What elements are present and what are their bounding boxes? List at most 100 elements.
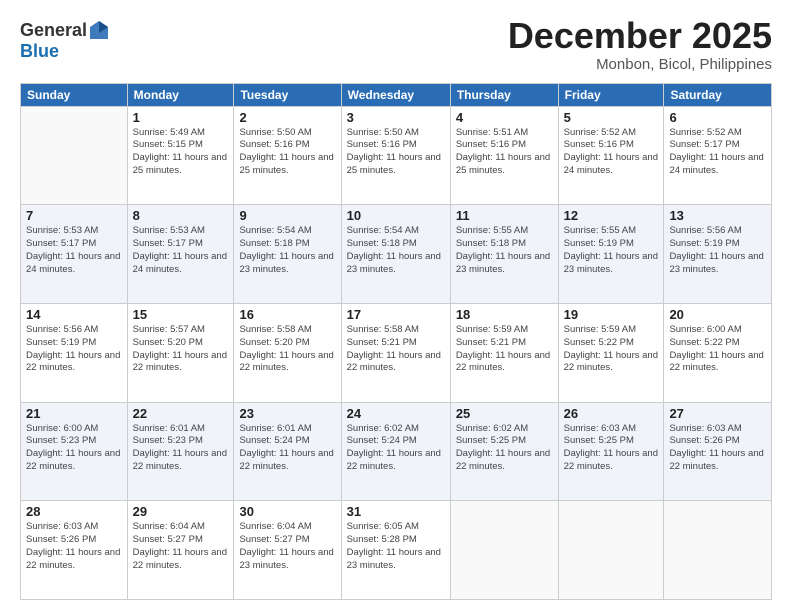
table-row: 16Sunrise: 5:58 AMSunset: 5:20 PMDayligh… [234, 303, 341, 402]
day-number: 29 [133, 504, 229, 519]
day-info: Sunrise: 6:05 AMSunset: 5:28 PMDaylight:… [347, 521, 445, 572]
day-number: 30 [239, 504, 335, 519]
day-info: Sunrise: 6:02 AMSunset: 5:25 PMDaylight:… [456, 423, 553, 474]
day-number: 28 [26, 504, 122, 519]
day-info: Sunrise: 5:49 AMSunset: 5:15 PMDaylight:… [133, 127, 229, 178]
day-number: 27 [669, 406, 766, 421]
day-info: Sunrise: 5:59 AMSunset: 5:21 PMDaylight:… [456, 324, 553, 375]
logo-blue-text: Blue [20, 41, 59, 62]
table-row: 27 Sunrise: 6:03 AMSunset: 5:26 PMDayligh… [664, 402, 772, 501]
day-number: 16 [239, 307, 335, 322]
col-thursday: Thursday [450, 83, 558, 106]
table-row: 13 Sunrise: 5:56 AMSunset: 5:19 PMDayligh… [664, 205, 772, 304]
day-number: 18 [456, 307, 553, 322]
day-info: Sunrise: 5:52 AMSunset: 5:16 PMDaylight:… [564, 127, 659, 178]
table-row: 9Sunrise: 5:54 AMSunset: 5:18 PMDaylight… [234, 205, 341, 304]
calendar-week-row: 28 Sunrise: 6:03 AMSunset: 5:26 PMDayligh… [21, 501, 772, 600]
day-info: Sunrise: 6:01 AMSunset: 5:24 PMDaylight:… [239, 423, 335, 474]
day-info: Sunrise: 6:00 AMSunset: 5:22 PMDaylight:… [669, 324, 766, 375]
logo: General Blue [20, 20, 110, 62]
day-info: Sunrise: 6:02 AMSunset: 5:24 PMDaylight:… [347, 423, 445, 474]
table-row: 1 Sunrise: 5:49 AMSunset: 5:15 PMDaylight… [127, 106, 234, 205]
calendar-week-row: 21 Sunrise: 6:00 AMSunset: 5:23 PMDayligh… [21, 402, 772, 501]
day-number: 20 [669, 307, 766, 322]
table-row: 14 Sunrise: 5:56 AMSunset: 5:19 PMDayligh… [21, 303, 128, 402]
day-info: Sunrise: 5:54 AMSunset: 5:18 PMDaylight:… [239, 225, 335, 276]
calendar-week-row: 14 Sunrise: 5:56 AMSunset: 5:19 PMDayligh… [21, 303, 772, 402]
col-friday: Friday [558, 83, 664, 106]
table-row: 23 Sunrise: 6:01 AMSunset: 5:24 PMDayligh… [234, 402, 341, 501]
col-wednesday: Wednesday [341, 83, 450, 106]
day-number: 31 [347, 504, 445, 519]
day-number: 21 [26, 406, 122, 421]
day-number: 14 [26, 307, 122, 322]
title-section: December 2025 Monbon, Bicol, Philippines [508, 16, 772, 73]
day-number: 11 [456, 208, 553, 223]
day-info: Sunrise: 6:04 AMSunset: 5:27 PMDaylight:… [133, 521, 229, 572]
calendar-header-row: Sunday Monday Tuesday Wednesday Thursday… [21, 83, 772, 106]
day-number: 2 [239, 110, 335, 125]
logo-general-text: General [20, 20, 87, 41]
calendar-table: Sunday Monday Tuesday Wednesday Thursday… [20, 83, 772, 600]
location: Monbon, Bicol, Philippines [508, 56, 772, 73]
day-info: Sunrise: 5:55 AMSunset: 5:19 PMDaylight:… [564, 225, 659, 276]
table-row: 19 Sunrise: 5:59 AMSunset: 5:22 PMDayligh… [558, 303, 664, 402]
calendar-week-row: 7Sunrise: 5:53 AMSunset: 5:17 PMDaylight… [21, 205, 772, 304]
table-row: 10Sunrise: 5:54 AMSunset: 5:18 PMDayligh… [341, 205, 450, 304]
table-row: 2 Sunrise: 5:50 AMSunset: 5:16 PMDaylight… [234, 106, 341, 205]
table-row: 26Sunrise: 6:03 AMSunset: 5:25 PMDayligh… [558, 402, 664, 501]
day-number: 8 [133, 208, 229, 223]
day-number: 7 [26, 208, 122, 223]
day-number: 5 [564, 110, 659, 125]
day-info: Sunrise: 6:03 AMSunset: 5:26 PMDaylight:… [669, 423, 766, 474]
day-info: Sunrise: 5:59 AMSunset: 5:22 PMDaylight:… [564, 324, 659, 375]
month-title: December 2025 [508, 16, 772, 56]
day-number: 13 [669, 208, 766, 223]
day-number: 19 [564, 307, 659, 322]
day-info: Sunrise: 5:51 AMSunset: 5:16 PMDaylight:… [456, 127, 553, 178]
table-row [558, 501, 664, 600]
day-info: Sunrise: 5:57 AMSunset: 5:20 PMDaylight:… [133, 324, 229, 375]
day-info: Sunrise: 5:58 AMSunset: 5:21 PMDaylight:… [347, 324, 445, 375]
day-number: 26 [564, 406, 659, 421]
day-info: Sunrise: 5:50 AMSunset: 5:16 PMDaylight:… [239, 127, 335, 178]
col-saturday: Saturday [664, 83, 772, 106]
table-row [21, 106, 128, 205]
table-row: 25Sunrise: 6:02 AMSunset: 5:25 PMDayligh… [450, 402, 558, 501]
day-number: 23 [239, 406, 335, 421]
table-row: 18 Sunrise: 5:59 AMSunset: 5:21 PMDayligh… [450, 303, 558, 402]
page: General Blue December 2025 Monbon, Bicol… [0, 0, 792, 612]
table-row: 17Sunrise: 5:58 AMSunset: 5:21 PMDayligh… [341, 303, 450, 402]
table-row: 4 Sunrise: 5:51 AMSunset: 5:16 PMDaylight… [450, 106, 558, 205]
day-number: 4 [456, 110, 553, 125]
col-sunday: Sunday [21, 83, 128, 106]
day-info: Sunrise: 5:50 AMSunset: 5:16 PMDaylight:… [347, 127, 445, 178]
day-info: Sunrise: 5:56 AMSunset: 5:19 PMDaylight:… [26, 324, 122, 375]
table-row: 12 Sunrise: 5:55 AMSunset: 5:19 PMDayligh… [558, 205, 664, 304]
table-row: 15Sunrise: 5:57 AMSunset: 5:20 PMDayligh… [127, 303, 234, 402]
day-info: Sunrise: 5:52 AMSunset: 5:17 PMDaylight:… [669, 127, 766, 178]
day-info: Sunrise: 6:00 AMSunset: 5:23 PMDaylight:… [26, 423, 122, 474]
table-row: 7Sunrise: 5:53 AMSunset: 5:17 PMDaylight… [21, 205, 128, 304]
col-monday: Monday [127, 83, 234, 106]
table-row: 22 Sunrise: 6:01 AMSunset: 5:23 PMDayligh… [127, 402, 234, 501]
day-number: 10 [347, 208, 445, 223]
logo-icon [88, 19, 110, 41]
day-info: Sunrise: 6:01 AMSunset: 5:23 PMDaylight:… [133, 423, 229, 474]
table-row: 28 Sunrise: 6:03 AMSunset: 5:26 PMDayligh… [21, 501, 128, 600]
day-number: 24 [347, 406, 445, 421]
day-info: Sunrise: 5:55 AMSunset: 5:18 PMDaylight:… [456, 225, 553, 276]
day-number: 3 [347, 110, 445, 125]
table-row: 30Sunrise: 6:04 AMSunset: 5:27 PMDayligh… [234, 501, 341, 600]
table-row: 6 Sunrise: 5:52 AMSunset: 5:17 PMDaylight… [664, 106, 772, 205]
day-number: 1 [133, 110, 229, 125]
day-number: 6 [669, 110, 766, 125]
day-info: Sunrise: 5:56 AMSunset: 5:19 PMDaylight:… [669, 225, 766, 276]
day-number: 12 [564, 208, 659, 223]
calendar-week-row: 1 Sunrise: 5:49 AMSunset: 5:15 PMDaylight… [21, 106, 772, 205]
day-info: Sunrise: 6:03 AMSunset: 5:26 PMDaylight:… [26, 521, 122, 572]
day-number: 22 [133, 406, 229, 421]
table-row: 8Sunrise: 5:53 AMSunset: 5:17 PMDaylight… [127, 205, 234, 304]
table-row: 5 Sunrise: 5:52 AMSunset: 5:16 PMDaylight… [558, 106, 664, 205]
table-row: 31 Sunrise: 6:05 AMSunset: 5:28 PMDayligh… [341, 501, 450, 600]
